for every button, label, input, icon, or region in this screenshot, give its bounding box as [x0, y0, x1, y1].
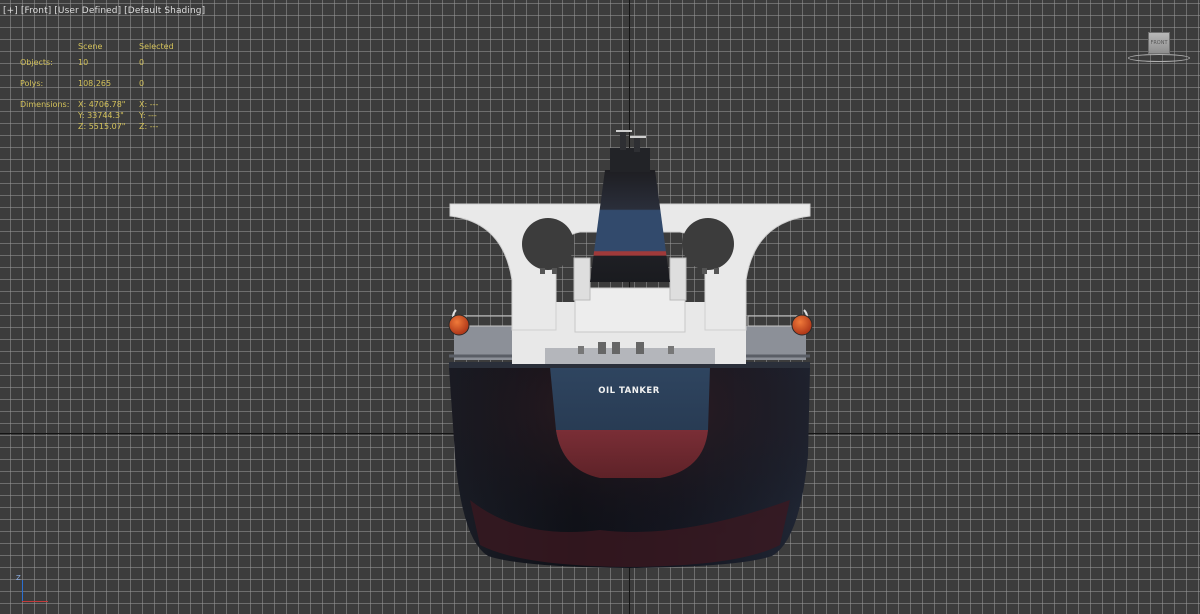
axis-z-line: [22, 580, 23, 602]
funnel[interactable]: [590, 130, 670, 282]
3d-viewport[interactable]: [+] [Front] [User Defined] [Default Shad…: [0, 0, 1200, 614]
ship-name-label: OIL TANKER: [598, 386, 660, 396]
axis-tripod: Z: [12, 574, 52, 608]
axis-x-line: [22, 601, 48, 602]
oil-tanker-model[interactable]: [0, 0, 1200, 614]
axis-z-label: Z: [16, 574, 21, 582]
